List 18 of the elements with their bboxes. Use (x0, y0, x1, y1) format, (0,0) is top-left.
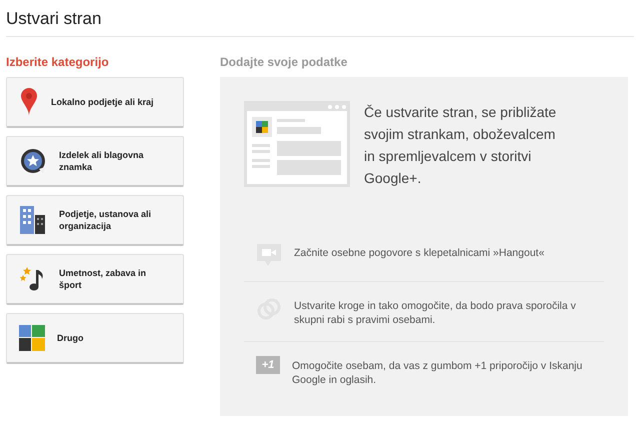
category-button[interactable]: Lokalno podjetje ali kraj (6, 77, 184, 128)
colored-squares-icon (19, 325, 45, 351)
intro-text: Če ustvarite stran, se približate svojim strankam, oboževalcem in spremljevalcem v storitvi Google+. (364, 103, 558, 188)
feature-text: Omogočite osebam, da vas z gumbom +1 priporočijo v Iskanju Google in oglasih. (292, 359, 584, 387)
feature-text: Začnite osebne pogovore s klepetalnicami »Hangout« (294, 246, 544, 260)
category-button[interactable]: Podjetje, ustanova ali organizacija (6, 195, 184, 246)
category-button[interactable]: Drugo (6, 313, 184, 364)
category-button[interactable]: Izdelek ali blagovna znamka (6, 136, 184, 187)
step-tab[interactable]: Izberite kategorijo (6, 46, 220, 77)
category-button[interactable]: Umetnost, zabava in šport (6, 254, 184, 305)
page-preview-icon (244, 101, 350, 187)
star-tag-icon (19, 147, 47, 175)
video-chat-icon (256, 243, 282, 267)
pin-icon (19, 87, 39, 117)
plus-one-icon: +1 (256, 356, 280, 374)
feature-text: Ustvarite kroge in tako omogočite, da bodo prava sporočila v skupni rabi s pravimi osebami. (294, 299, 577, 327)
buildings-icon (19, 205, 47, 235)
page-title: Ustvari stran (5, 8, 102, 30)
